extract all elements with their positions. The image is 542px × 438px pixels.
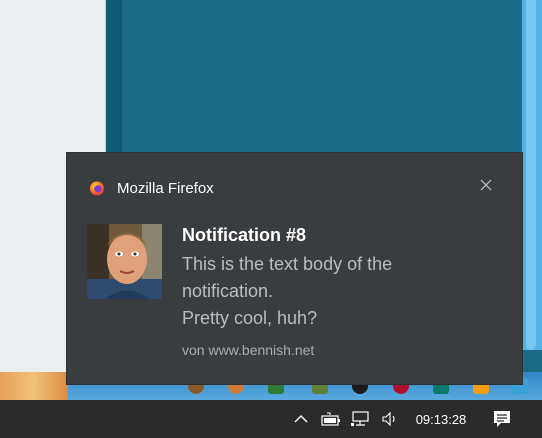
app-name: Mozilla Firefox: [117, 180, 214, 197]
notification-attribution: von www.bennish.net: [182, 342, 315, 358]
close-button[interactable]: [472, 173, 500, 201]
notification-title: Notification #8: [182, 225, 307, 245]
toast-header: Mozilla Firefox: [67, 153, 522, 223]
volume-icon[interactable]: [378, 400, 404, 438]
desktop-strip-left: [0, 372, 68, 400]
notification-body-line: notification.: [182, 281, 274, 301]
toast-notification[interactable]: Mozilla Firefox Notification #8 This is …: [67, 153, 522, 384]
clock[interactable]: 09:13:28: [408, 400, 474, 438]
notification-image: [87, 224, 162, 299]
action-center-icon[interactable]: [488, 400, 516, 438]
taskbar: 09:13:28: [0, 400, 542, 438]
background-scrollbar-thumb[interactable]: [526, 0, 536, 350]
network-icon[interactable]: [348, 400, 374, 438]
notification-body-line: This is the text body of the: [182, 254, 393, 274]
close-icon: [480, 178, 492, 196]
firefox-icon: [89, 180, 105, 196]
chevron-up-icon[interactable]: [290, 400, 312, 438]
notification-body-line: Pretty cool, huh?: [182, 308, 318, 328]
notification-body: This is the text body of the notificatio…: [182, 251, 502, 332]
battery-icon[interactable]: [318, 400, 344, 438]
background-window-bottom: [0, 345, 68, 372]
